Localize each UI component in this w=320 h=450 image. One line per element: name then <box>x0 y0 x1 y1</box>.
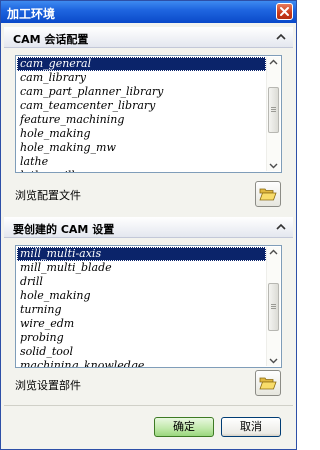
session-config-header[interactable]: CAM 会话配置 <box>4 27 293 48</box>
ok-button[interactable]: 确定 <box>154 417 214 437</box>
list-item[interactable]: turning <box>17 303 266 317</box>
session-config-list[interactable]: cam_general cam_library cam_part_planner_l… <box>15 55 282 173</box>
list-item[interactable]: lathe_mill <box>17 169 266 172</box>
list-item[interactable]: hole_making_mw <box>17 141 266 155</box>
open-folder-icon <box>259 377 277 390</box>
chevron-up-icon[interactable] <box>273 219 289 235</box>
chevron-up-icon[interactable] <box>273 29 289 45</box>
machining-environment-dialog: 加工环境 CAM 会话配置 cam_general cam_library cam_… <box>0 0 297 450</box>
scroll-down-arrow-icon[interactable] <box>267 160 280 171</box>
setup-title: 要创建的 CAM 设置 <box>13 223 115 236</box>
close-icon <box>280 7 289 16</box>
list-item[interactable]: cam_library <box>17 71 266 85</box>
scroll-up-arrow-icon[interactable] <box>267 247 280 258</box>
session-list-scrollbar[interactable] <box>266 57 280 171</box>
session-config-title: CAM 会话配置 <box>13 33 89 46</box>
scroll-down-arrow-icon[interactable] <box>267 355 280 366</box>
list-item[interactable]: probing <box>17 331 266 345</box>
setup-list-scrollbar[interactable] <box>266 247 280 366</box>
session-config-items: cam_general cam_library cam_part_planner_l… <box>17 57 266 172</box>
list-item[interactable]: machining_knowledge <box>17 359 266 367</box>
list-item[interactable]: solid_tool <box>17 345 266 359</box>
list-item[interactable]: mill_multi-axis <box>17 247 266 261</box>
cancel-button[interactable]: 取消 <box>221 417 281 437</box>
list-item[interactable]: hole_making <box>17 127 266 141</box>
footer-divider <box>4 405 293 406</box>
browse-setup-label: 浏览设置部件 <box>15 379 81 392</box>
list-item[interactable]: cam_part_planner_library <box>17 85 266 99</box>
list-item[interactable]: drill <box>17 275 266 289</box>
browse-config-button[interactable] <box>255 181 281 207</box>
list-item[interactable]: mill_multi_blade <box>17 261 266 275</box>
setup-list[interactable]: mill_multi-axis mill_multi_blade drill hole… <box>15 245 282 368</box>
browse-config-label: 浏览配置文件 <box>15 189 81 202</box>
scroll-up-arrow-icon[interactable] <box>267 57 280 68</box>
list-item[interactable]: cam_teamcenter_library <box>17 99 266 113</box>
list-item[interactable]: wire_edm <box>17 317 266 331</box>
title-bar[interactable]: 加工环境 <box>1 1 296 23</box>
list-item[interactable]: feature_machining <box>17 113 266 127</box>
list-item[interactable]: cam_general <box>17 57 266 71</box>
close-button[interactable] <box>276 3 293 20</box>
window-title: 加工环境 <box>7 7 56 21</box>
setup-header[interactable]: 要创建的 CAM 设置 <box>4 217 293 238</box>
session-list-scroll-thumb[interactable] <box>268 87 279 133</box>
setup-list-scroll-thumb[interactable] <box>268 283 279 331</box>
setup-items: mill_multi-axis mill_multi_blade drill hole… <box>17 247 266 367</box>
list-item[interactable]: hole_making <box>17 289 266 303</box>
open-folder-icon <box>259 188 277 201</box>
list-item[interactable]: lathe <box>17 155 266 169</box>
browse-setup-button[interactable] <box>255 370 281 396</box>
